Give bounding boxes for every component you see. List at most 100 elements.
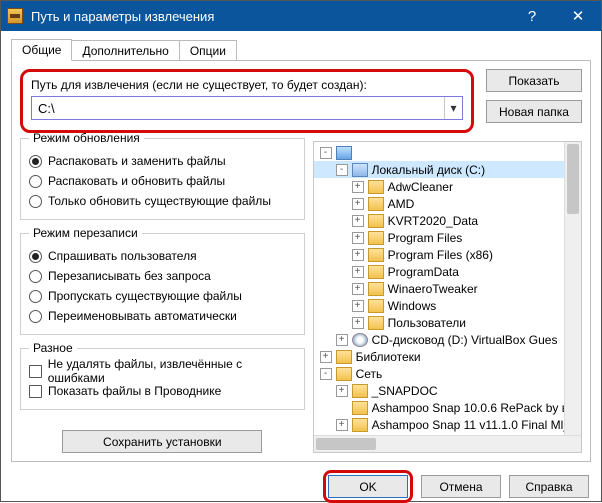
tabs: Общие Дополнительно Опции — [11, 37, 591, 61]
scrollbar-thumb[interactable] — [316, 438, 376, 450]
checkbox-label: Не удалять файлы, извлечённые с ошибками — [48, 357, 296, 385]
folder-icon — [368, 231, 384, 245]
node-pd[interactable]: +ProgramData — [314, 263, 581, 280]
folder-icon — [368, 299, 384, 313]
left-options-column: Режим обновления Распаковать и заменить … — [20, 141, 305, 453]
save-settings-button[interactable]: Сохранить установки — [62, 430, 262, 453]
misc-legend: Разное — [29, 341, 77, 355]
scrollbar-vertical[interactable] — [564, 142, 581, 435]
tab-advanced[interactable]: Дополнительно — [71, 40, 179, 61]
node-snapdoc[interactable]: + _SNAPDOC — [314, 382, 581, 399]
radio-label: Перезаписывать без запроса — [48, 269, 211, 283]
expand-icon[interactable]: + — [352, 232, 364, 244]
node-users[interactable]: + Пользователи — [314, 314, 581, 331]
expand-icon[interactable]: + — [336, 453, 348, 454]
tree-node-label: KVRT2020_Data — [388, 214, 479, 228]
expand-icon[interactable]: + — [320, 351, 332, 363]
folder-icon — [368, 248, 384, 262]
chevron-down-icon[interactable]: ▾ — [444, 97, 462, 119]
tab-general[interactable]: Общие — [11, 39, 72, 61]
folder-icon — [368, 197, 384, 211]
radio-ask[interactable]: Спрашивать пользователя — [29, 246, 296, 266]
tree-node-label: WinaeroTweaker — [388, 282, 478, 296]
tree-node-label: Program Files — [388, 231, 463, 245]
node-cd[interactable]: +CD-дисковод (D:) VirtualBox Gues — [314, 331, 581, 348]
node-pf[interactable]: + Program Files — [314, 229, 581, 246]
radio-label: Переименовывать автоматически — [48, 309, 237, 323]
checkbox-icon — [29, 365, 42, 378]
node-libs[interactable]: + Библиотеки — [314, 348, 581, 365]
collapse-icon[interactable]: - — [320, 147, 332, 159]
close-button[interactable]: ✕ — [555, 1, 601, 31]
expand-icon[interactable]: + — [352, 198, 364, 210]
radio-extract-update[interactable]: Распаковать и обновить файлы — [29, 171, 296, 191]
overwrite-mode-legend: Режим перезаписи — [29, 226, 142, 240]
node-amd[interactable]: + AMD — [314, 195, 581, 212]
radio-without-prompt[interactable]: Перезаписывать без запроса — [29, 266, 296, 286]
tree-node-label: _SNAPDOC — [372, 384, 438, 398]
collapse-icon[interactable]: - — [336, 164, 348, 176]
radio-label: Пропускать существующие файлы — [48, 289, 242, 303]
node-windows[interactable]: + Windows — [314, 297, 581, 314]
expand-icon[interactable]: + — [352, 300, 364, 312]
radio-update-existing[interactable]: Только обновить существующие файлы — [29, 191, 296, 211]
tab-options[interactable]: Опции — [179, 40, 237, 61]
expand-icon[interactable]: + — [336, 385, 348, 397]
scrollbar-horizontal[interactable] — [314, 435, 581, 452]
ok-highlight: OK — [323, 470, 413, 503]
tree-node-label: Ashampoo Snap 10.0.6 RePack by вов — [372, 401, 581, 415]
expand-icon[interactable]: + — [336, 334, 348, 346]
radio-label: Распаковать и заменить файлы — [48, 154, 226, 168]
scrollbar-thumb[interactable] — [567, 144, 579, 214]
tab-panel: Показать Новая папка Путь для извлечения… — [11, 60, 591, 462]
path-input[interactable] — [32, 97, 444, 119]
expand-icon[interactable]: + — [352, 266, 364, 278]
folder-tree[interactable]: --Локальный диск (C:)+AdwCleaner+AMD+KVR… — [313, 141, 582, 453]
expand-icon[interactable]: + — [352, 317, 364, 329]
help-button[interactable]: Справка — [509, 475, 589, 498]
node-network[interactable]: - Сеть — [314, 365, 581, 382]
tree-node-label: AMD — [388, 197, 415, 211]
node-pf86[interactable]: +Program Files (x86) — [314, 246, 581, 263]
tree-node-label: Библиотеки — [356, 350, 421, 364]
tree-node-label: Windows — [388, 299, 437, 313]
radio-label: Только обновить существующие файлы — [48, 194, 271, 208]
node-winaero[interactable]: + WinaeroTweaker — [314, 280, 581, 297]
node-adwcleaner[interactable]: + AdwCleaner — [314, 178, 581, 195]
checkbox-keep-broken[interactable]: Не удалять файлы, извлечённые с ошибками — [29, 361, 296, 381]
save-settings-wrap: Сохранить установки — [20, 430, 305, 453]
expand-icon[interactable]: + — [352, 283, 364, 295]
radio-rename[interactable]: Переименовывать автоматически — [29, 306, 296, 326]
tree-node-label: Сеть — [356, 367, 383, 381]
radio-icon — [29, 250, 42, 263]
node-kvrt[interactable]: + KVRT2020_Data — [314, 212, 581, 229]
radio-extract-replace[interactable]: Распаковать и заменить файлы — [29, 151, 296, 171]
new-folder-button[interactable]: Новая папка — [486, 100, 582, 123]
expand-icon[interactable]: + — [352, 181, 364, 193]
tree-node-label: AdwCleaner — [388, 180, 453, 194]
titlebar[interactable]: Путь и параметры извлечения ? ✕ — [1, 1, 601, 31]
folder-icon — [352, 384, 368, 398]
path-combobox[interactable]: ▾ — [31, 96, 463, 120]
cancel-button[interactable]: Отмена — [421, 475, 501, 498]
expand-icon[interactable]: + — [352, 249, 364, 261]
folder-icon — [352, 401, 368, 415]
expand-icon[interactable]: + — [336, 419, 348, 431]
help-titlebar-button[interactable]: ? — [509, 1, 555, 31]
radio-icon — [29, 270, 42, 283]
update-mode-legend: Режим обновления — [29, 131, 144, 145]
node-desktop[interactable]: - — [314, 144, 581, 161]
radio-icon — [29, 310, 42, 323]
collapse-icon[interactable]: - — [320, 368, 332, 380]
expand-icon[interactable]: + — [352, 215, 364, 227]
ok-button[interactable]: OK — [328, 475, 408, 498]
folder-icon — [368, 282, 384, 296]
tree-node-label: Пользователи — [388, 316, 466, 330]
radio-skip[interactable]: Пропускать существующие файлы — [29, 286, 296, 306]
cd-icon — [352, 333, 368, 347]
node-drive-c[interactable]: -Локальный диск (C:) — [314, 161, 581, 178]
node-as11[interactable]: +Ashampoo Snap 11 v11.1.0 Final Ml_R — [314, 416, 581, 433]
node-as10[interactable]: Ashampoo Snap 10.0.6 RePack by вов — [314, 399, 581, 416]
path-highlight: Путь для извлечения (если не существует,… — [20, 69, 474, 133]
show-button[interactable]: Показать — [486, 69, 582, 92]
